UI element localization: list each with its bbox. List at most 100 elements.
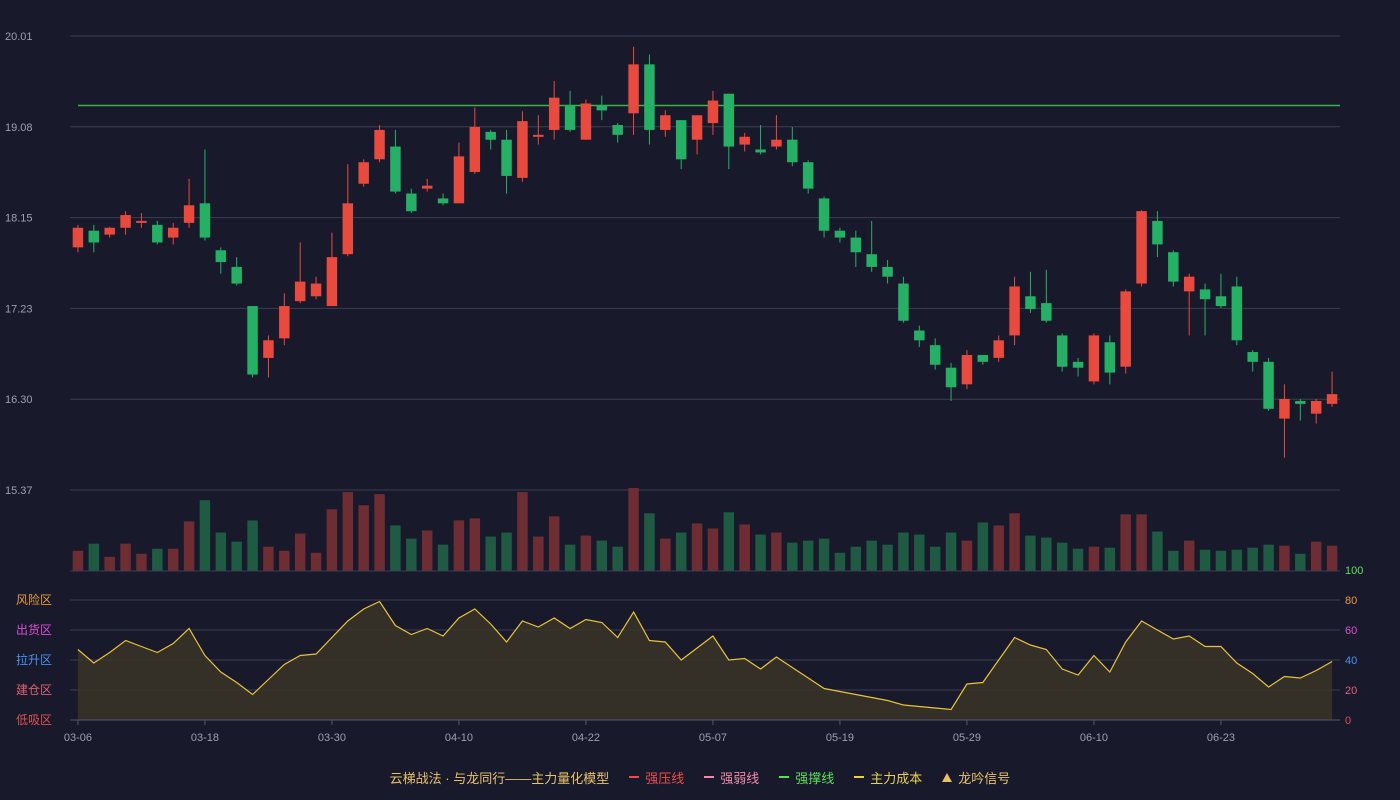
candle bbox=[294, 281, 306, 302]
legend-item-main-cost[interactable]: 主力成本 bbox=[854, 768, 922, 787]
volume-bar bbox=[326, 509, 338, 571]
volume-bar bbox=[1183, 540, 1195, 571]
volume-bar bbox=[469, 518, 481, 571]
indicator-tick-label: 100 bbox=[1345, 565, 1363, 577]
candle bbox=[72, 227, 84, 248]
zone-label: 低吸区 bbox=[16, 713, 52, 727]
candle bbox=[1215, 296, 1227, 307]
volume-bar bbox=[866, 540, 877, 571]
candle bbox=[136, 220, 147, 223]
candle bbox=[1088, 335, 1100, 382]
candle bbox=[406, 193, 417, 212]
volume-bar bbox=[818, 538, 830, 571]
triangle-icon bbox=[942, 772, 953, 782]
candle bbox=[1104, 342, 1116, 373]
volume-bar bbox=[294, 533, 306, 571]
volume-bar bbox=[882, 544, 893, 571]
volume-bar bbox=[215, 532, 227, 571]
candle bbox=[167, 227, 179, 238]
volume-bar bbox=[564, 544, 576, 571]
volume-bar bbox=[358, 505, 369, 571]
volume-bar bbox=[1104, 547, 1116, 571]
x-tick-label: 03-30 bbox=[318, 732, 346, 744]
volume-bar bbox=[1279, 545, 1290, 571]
candle bbox=[628, 64, 639, 114]
candle bbox=[215, 250, 227, 263]
candle bbox=[660, 115, 671, 130]
candle bbox=[247, 306, 258, 375]
volume-bar bbox=[374, 494, 385, 571]
candle bbox=[231, 266, 242, 284]
candle bbox=[120, 215, 131, 228]
candle bbox=[914, 330, 925, 341]
volume-bar bbox=[739, 524, 750, 571]
volume-bar bbox=[72, 550, 84, 571]
volume-bar bbox=[1215, 550, 1227, 571]
candle bbox=[183, 205, 195, 223]
volume-bar bbox=[421, 530, 433, 571]
volume-bar bbox=[1295, 553, 1306, 571]
legend-item-support[interactable]: 强撑线 bbox=[779, 768, 834, 787]
candle bbox=[1152, 220, 1163, 245]
candle bbox=[1136, 211, 1147, 284]
volume-bar bbox=[152, 548, 163, 571]
volume-bar bbox=[707, 528, 719, 571]
volume-bar bbox=[104, 556, 115, 571]
volume-bar bbox=[247, 520, 258, 571]
volume-bar bbox=[533, 536, 544, 571]
volume-bar bbox=[787, 542, 798, 571]
volume-bar bbox=[1056, 542, 1068, 571]
indicator-tick-label: 20 bbox=[1345, 685, 1357, 697]
volume-bar bbox=[961, 540, 973, 571]
price-tick-label: 20.01 bbox=[5, 31, 33, 43]
volume-bar bbox=[771, 532, 782, 571]
legend-item-signal[interactable]: 龙吟信号 bbox=[942, 768, 1010, 787]
price-tick-label: 15.37 bbox=[5, 485, 33, 497]
candle bbox=[374, 129, 385, 160]
candle bbox=[787, 139, 798, 163]
volume-bar bbox=[1152, 531, 1163, 571]
candle bbox=[1247, 352, 1258, 362]
volume-bar bbox=[723, 512, 735, 571]
indicator-tick-label: 60 bbox=[1345, 625, 1357, 637]
candle bbox=[469, 126, 481, 173]
price-tick-label: 17.23 bbox=[5, 303, 33, 315]
volume-bar bbox=[898, 532, 909, 571]
volume-bar bbox=[501, 532, 512, 571]
legend-item-strength[interactable]: 强弱线 bbox=[704, 768, 759, 787]
candlestick-chart: 20.01 19.08 18.15 17.23 16.30 15.37 100 80 60 40 2… bbox=[5, 31, 1363, 744]
volume-bar bbox=[1326, 545, 1338, 571]
volume-bar bbox=[1199, 549, 1211, 571]
candle bbox=[644, 64, 655, 130]
candle bbox=[437, 198, 449, 204]
x-tick-label: 06-23 bbox=[1207, 732, 1235, 744]
x-tick-label: 05-29 bbox=[953, 732, 981, 744]
volume-bar bbox=[1310, 541, 1322, 571]
candle bbox=[263, 340, 274, 358]
x-tick-label: 05-19 bbox=[826, 732, 854, 744]
legend-swatch bbox=[779, 776, 790, 778]
candle bbox=[691, 115, 703, 140]
volume-bar bbox=[834, 552, 846, 571]
zone-label: 出货区 bbox=[16, 622, 52, 637]
candle bbox=[1279, 399, 1290, 419]
volume-bar bbox=[390, 525, 401, 571]
volume-bar bbox=[279, 550, 290, 571]
candle bbox=[1072, 361, 1084, 368]
volume-bar bbox=[453, 520, 465, 571]
candle bbox=[199, 203, 211, 238]
legend-swatch bbox=[854, 776, 865, 778]
candle bbox=[834, 230, 846, 238]
volume-bar bbox=[993, 525, 1004, 571]
volume-bar bbox=[183, 521, 195, 571]
candle bbox=[1056, 335, 1068, 367]
volume-bar bbox=[675, 532, 687, 571]
x-tick-label: 06-10 bbox=[1080, 732, 1108, 744]
volume-bar bbox=[1136, 514, 1147, 571]
legend-item-strong-pressure[interactable]: 强压线 bbox=[629, 768, 684, 787]
candle bbox=[104, 227, 115, 235]
volume-bar bbox=[167, 548, 179, 571]
indicator-tick-label: 0 bbox=[1345, 715, 1351, 727]
candle bbox=[866, 254, 877, 267]
volume-bar bbox=[802, 540, 814, 571]
